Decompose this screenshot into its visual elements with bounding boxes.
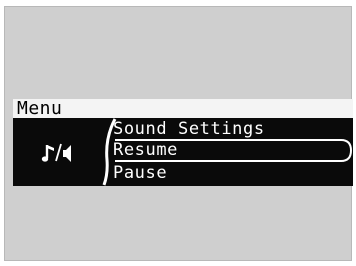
- menu-item-sound-settings[interactable]: Sound Settings: [113, 119, 265, 139]
- menu-title: Menu: [17, 98, 63, 119]
- music-speaker-icon: [41, 143, 71, 162]
- menu-item-pause[interactable]: Pause: [113, 163, 167, 183]
- menu-title-bar: Menu: [13, 98, 353, 119]
- menu-item-resume[interactable]: Resume: [113, 140, 178, 160]
- display-screen: Menu Sound Settings Resume Pause: [4, 6, 353, 261]
- menu-panel: Menu Sound Settings Resume Pause: [13, 99, 353, 186]
